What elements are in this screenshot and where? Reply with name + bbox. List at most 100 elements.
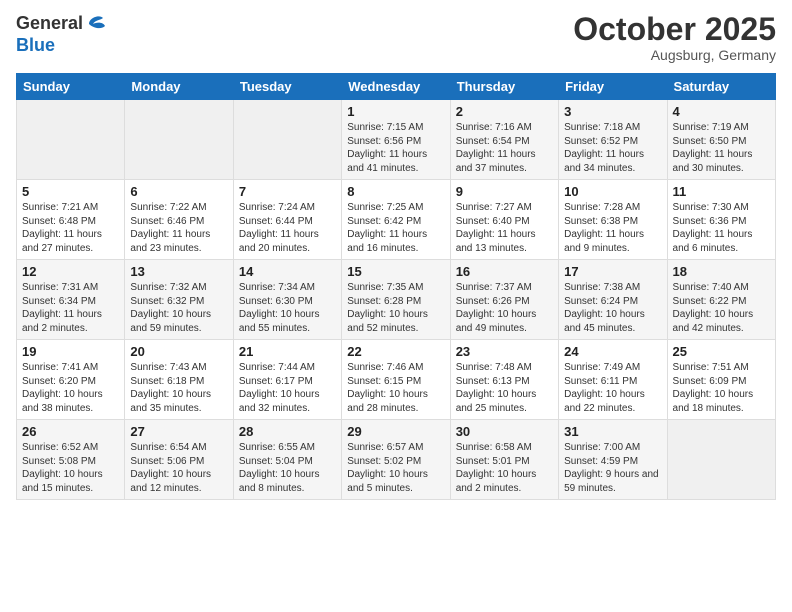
- day-number: 21: [239, 344, 336, 359]
- day-cell-w3-d6: 17 Sunrise: 7:38 AM Sunset: 6:24 PM Dayli…: [559, 260, 667, 340]
- day-number: 28: [239, 424, 336, 439]
- day-cell-w4-d4: 22Sunrise: 7:46 AM Sunset: 6:15 PM Dayli…: [342, 340, 450, 420]
- day-number: 16: [456, 264, 553, 279]
- week-row-5: 26 Sunrise: 6:52 AM Sunset: 5:08 PM Dayli…: [17, 420, 776, 500]
- day-info: Sunrise: 6:58 AM Sunset: 5:01 PM Dayligh…: [456, 441, 553, 495]
- header-sunday: Sunday: [17, 74, 125, 100]
- day-cell-w1-d4: 1 Sunrise: 7:15 AM Sunset: 6:56 PM Daylig…: [342, 100, 450, 180]
- day-cell-w4-d3: 21Sunrise: 7:44 AM Sunset: 6:17 PM Dayli…: [233, 340, 341, 420]
- day-number: 31: [564, 424, 661, 439]
- day-number: 27: [130, 424, 227, 439]
- day-number: 9: [456, 184, 553, 199]
- logo-general-text: General: [16, 14, 83, 34]
- day-cell-w4-d2: 20Sunrise: 7:43 AM Sunset: 6:18 PM Dayli…: [125, 340, 233, 420]
- logo: General Blue: [16, 12, 105, 56]
- day-number: 18: [673, 264, 770, 279]
- logo-bird-icon: [85, 12, 105, 36]
- day-cell-w1-d3: [233, 100, 341, 180]
- day-number: 12: [22, 264, 119, 279]
- day-cell-w2-d6: 10 Sunrise: 7:28 AM Sunset: 6:38 PM Dayli…: [559, 180, 667, 260]
- day-info: Sunrise: 7:21 AM Sunset: 6:48 PM Dayligh…: [22, 201, 119, 255]
- day-cell-w2-d4: 8 Sunrise: 7:25 AM Sunset: 6:42 PM Daylig…: [342, 180, 450, 260]
- day-info: Sunrise: 7:30 AM Sunset: 6:36 PM Dayligh…: [673, 201, 770, 255]
- day-info: Sunrise: 7:16 AM Sunset: 6:54 PM Dayligh…: [456, 121, 553, 175]
- day-cell-w1-d1: [17, 100, 125, 180]
- day-cell-w1-d7: 4 Sunrise: 7:19 AM Sunset: 6:50 PM Daylig…: [667, 100, 775, 180]
- header-friday: Friday: [559, 74, 667, 100]
- day-number: 19: [22, 344, 119, 359]
- day-info: Sunrise: 7:22 AM Sunset: 6:46 PM Dayligh…: [130, 201, 227, 255]
- day-number: 8: [347, 184, 444, 199]
- day-info: Sunrise: 7:31 AM Sunset: 6:34 PM Dayligh…: [22, 281, 119, 335]
- day-info: Sunrise: 7:27 AM Sunset: 6:40 PM Dayligh…: [456, 201, 553, 255]
- day-info: Sunrise: 7:25 AM Sunset: 6:42 PM Dayligh…: [347, 201, 444, 255]
- logo-blue-text: Blue: [16, 36, 105, 56]
- day-cell-w1-d5: 2 Sunrise: 7:16 AM Sunset: 6:54 PM Daylig…: [450, 100, 558, 180]
- day-number: 1: [347, 104, 444, 119]
- day-cell-w3-d4: 15Sunrise: 7:35 AM Sunset: 6:28 PM Dayli…: [342, 260, 450, 340]
- day-cell-w5-d5: 30Sunrise: 6:58 AM Sunset: 5:01 PM Dayli…: [450, 420, 558, 500]
- header-monday: Monday: [125, 74, 233, 100]
- day-info: Sunrise: 7:43 AM Sunset: 6:18 PM Dayligh…: [130, 361, 227, 415]
- day-number: 10: [564, 184, 661, 199]
- day-info: Sunrise: 7:38 AM Sunset: 6:24 PM Dayligh…: [564, 281, 661, 335]
- day-cell-w3-d2: 13Sunrise: 7:32 AM Sunset: 6:32 PM Dayli…: [125, 260, 233, 340]
- page: General Blue October 2025 Augsburg, Germ…: [0, 0, 792, 612]
- day-cell-w4-d5: 23Sunrise: 7:48 AM Sunset: 6:13 PM Dayli…: [450, 340, 558, 420]
- day-info: Sunrise: 7:34 AM Sunset: 6:30 PM Dayligh…: [239, 281, 336, 335]
- day-cell-w5-d7: [667, 420, 775, 500]
- week-row-1: 1 Sunrise: 7:15 AM Sunset: 6:56 PM Daylig…: [17, 100, 776, 180]
- day-number: 24: [564, 344, 661, 359]
- header: General Blue October 2025 Augsburg, Germ…: [16, 12, 776, 63]
- day-cell-w4-d6: 24 Sunrise: 7:49 AM Sunset: 6:11 PM Dayli…: [559, 340, 667, 420]
- day-cell-w5-d4: 29Sunrise: 6:57 AM Sunset: 5:02 PM Dayli…: [342, 420, 450, 500]
- weekday-header-row: Sunday Monday Tuesday Wednesday Thursday…: [17, 74, 776, 100]
- day-cell-w2-d5: 9 Sunrise: 7:27 AM Sunset: 6:40 PM Daylig…: [450, 180, 558, 260]
- day-number: 4: [673, 104, 770, 119]
- day-info: Sunrise: 7:28 AM Sunset: 6:38 PM Dayligh…: [564, 201, 661, 255]
- day-number: 2: [456, 104, 553, 119]
- day-cell-w3-d5: 16 Sunrise: 7:37 AM Sunset: 6:26 PM Dayli…: [450, 260, 558, 340]
- calendar-table: Sunday Monday Tuesday Wednesday Thursday…: [16, 73, 776, 500]
- day-cell-w5-d2: 27 Sunrise: 6:54 AM Sunset: 5:06 PM Dayli…: [125, 420, 233, 500]
- header-saturday: Saturday: [667, 74, 775, 100]
- day-number: 23: [456, 344, 553, 359]
- day-cell-w1-d2: [125, 100, 233, 180]
- day-info: Sunrise: 6:54 AM Sunset: 5:06 PM Dayligh…: [130, 441, 227, 495]
- day-number: 3: [564, 104, 661, 119]
- calendar-title: October 2025: [573, 12, 776, 47]
- week-row-4: 19 Sunrise: 7:41 AM Sunset: 6:20 PM Dayli…: [17, 340, 776, 420]
- day-cell-w3-d3: 14 Sunrise: 7:34 AM Sunset: 6:30 PM Dayli…: [233, 260, 341, 340]
- day-cell-w3-d7: 18Sunrise: 7:40 AM Sunset: 6:22 PM Dayli…: [667, 260, 775, 340]
- day-cell-w5-d1: 26 Sunrise: 6:52 AM Sunset: 5:08 PM Dayli…: [17, 420, 125, 500]
- day-info: Sunrise: 7:18 AM Sunset: 6:52 PM Dayligh…: [564, 121, 661, 175]
- day-info: Sunrise: 7:19 AM Sunset: 6:50 PM Dayligh…: [673, 121, 770, 175]
- title-block: October 2025 Augsburg, Germany: [573, 12, 776, 63]
- day-cell-w5-d3: 28Sunrise: 6:55 AM Sunset: 5:04 PM Dayli…: [233, 420, 341, 500]
- header-thursday: Thursday: [450, 74, 558, 100]
- day-cell-w1-d6: 3 Sunrise: 7:18 AM Sunset: 6:52 PM Daylig…: [559, 100, 667, 180]
- day-number: 29: [347, 424, 444, 439]
- day-info: Sunrise: 7:15 AM Sunset: 6:56 PM Dayligh…: [347, 121, 444, 175]
- day-number: 6: [130, 184, 227, 199]
- day-info: Sunrise: 7:24 AM Sunset: 6:44 PM Dayligh…: [239, 201, 336, 255]
- day-number: 7: [239, 184, 336, 199]
- day-number: 14: [239, 264, 336, 279]
- day-cell-w2-d2: 6 Sunrise: 7:22 AM Sunset: 6:46 PM Daylig…: [125, 180, 233, 260]
- day-cell-w3-d1: 12 Sunrise: 7:31 AM Sunset: 6:34 PM Dayli…: [17, 260, 125, 340]
- day-number: 11: [673, 184, 770, 199]
- day-info: Sunrise: 6:52 AM Sunset: 5:08 PM Dayligh…: [22, 441, 119, 495]
- day-info: Sunrise: 7:35 AM Sunset: 6:28 PM Dayligh…: [347, 281, 444, 335]
- day-cell-w2-d7: 11 Sunrise: 7:30 AM Sunset: 6:36 PM Dayli…: [667, 180, 775, 260]
- calendar-subtitle: Augsburg, Germany: [573, 47, 776, 63]
- day-number: 26: [22, 424, 119, 439]
- day-number: 17: [564, 264, 661, 279]
- week-row-2: 5 Sunrise: 7:21 AM Sunset: 6:48 PM Daylig…: [17, 180, 776, 260]
- day-info: Sunrise: 7:41 AM Sunset: 6:20 PM Dayligh…: [22, 361, 119, 415]
- day-info: Sunrise: 7:49 AM Sunset: 6:11 PM Dayligh…: [564, 361, 661, 415]
- day-info: Sunrise: 7:51 AM Sunset: 6:09 PM Dayligh…: [673, 361, 770, 415]
- day-number: 22: [347, 344, 444, 359]
- day-number: 5: [22, 184, 119, 199]
- day-info: Sunrise: 7:37 AM Sunset: 6:26 PM Dayligh…: [456, 281, 553, 335]
- day-info: Sunrise: 7:32 AM Sunset: 6:32 PM Dayligh…: [130, 281, 227, 335]
